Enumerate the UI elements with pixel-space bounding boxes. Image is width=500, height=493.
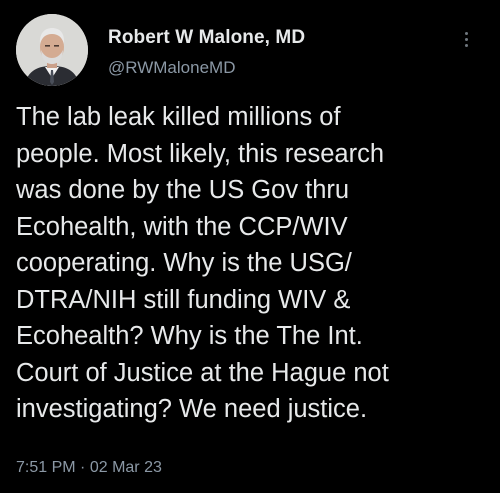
tweet-timestamp[interactable]: 7:51 PM · 02 Mar 23 xyxy=(16,459,162,477)
tweet: Robert W Malone, MD @RWMaloneMD The lab … xyxy=(0,0,500,493)
tweet-time: 7:51 PM xyxy=(16,459,76,476)
more-options-icon[interactable] xyxy=(456,26,476,52)
author-display-name[interactable]: Robert W Malone, MD xyxy=(108,27,305,49)
author-handle[interactable]: @RWMaloneMD xyxy=(108,58,235,78)
profile-photo-icon xyxy=(16,14,88,86)
avatar[interactable] xyxy=(16,14,88,86)
timestamp-separator: · xyxy=(80,459,86,476)
tweet-text: The lab leak killed millions of people. … xyxy=(16,103,389,423)
tweet-date: 02 Mar 23 xyxy=(89,459,162,476)
